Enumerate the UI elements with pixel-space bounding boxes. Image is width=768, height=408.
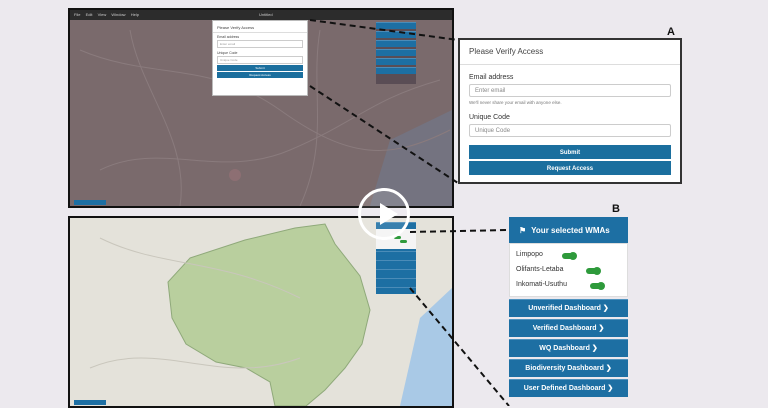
mini-modal-title: Please Verify Access [213, 21, 307, 33]
chevron-right-icon: ❯ [598, 325, 605, 332]
wma-panel-title: Your selected WMAs [531, 225, 610, 235]
wma-toggle[interactable] [590, 282, 605, 290]
figure-label-b: B [612, 203, 620, 215]
mini-panel-header[interactable] [376, 22, 416, 29]
code-input[interactable]: Unique Code [469, 124, 671, 137]
wma-item-label: Olifants-Letaba [516, 266, 564, 273]
mini-toggle[interactable] [400, 240, 407, 243]
map-icon: ⚑ [519, 225, 527, 235]
wq-dashboard-button[interactable]: WQ Dashboard ❯ [509, 339, 628, 357]
menu-file[interactable]: File [74, 12, 80, 17]
chevron-right-icon: ❯ [602, 305, 609, 312]
screenshot-login: File Edit View Window Help Untitled Plea… [68, 8, 454, 208]
wma-list: Limpopo Olifants-Letaba Inkomati-Usuthu [509, 243, 628, 297]
menu-view[interactable]: View [98, 12, 107, 17]
chevron-right-icon: ❯ [591, 345, 598, 352]
wma-panel: ⚑ Your selected WMAs Limpopo Olifants-Le… [509, 217, 628, 406]
menu-window[interactable]: Window [111, 12, 125, 17]
mini-panel-row[interactable] [376, 31, 416, 38]
request-access-button[interactable]: Request Access [469, 161, 671, 175]
mini-wma-panel-dim [376, 22, 416, 84]
mini-request-button[interactable]: Request Access [217, 72, 303, 78]
mini-panel-row[interactable] [376, 49, 416, 56]
email-label: Email address [469, 74, 514, 81]
mini-email-input[interactable]: Enter email [217, 40, 303, 48]
user-defined-dashboard-button[interactable]: User Defined Dashboard ❯ [509, 379, 628, 397]
window-titlebar: File Edit View Window Help Untitled [70, 10, 452, 20]
dashboard-label: Verified Dashboard [532, 325, 597, 332]
unverified-dashboard-button[interactable]: Unverified Dashboard ❯ [509, 299, 628, 317]
mini-panel-row[interactable] [376, 278, 416, 285]
modal-title: Please Verify Access [460, 40, 680, 65]
menu-help[interactable]: Help [131, 12, 139, 17]
mini-panel-row[interactable] [376, 260, 416, 267]
dashboard-label: WQ Dashboard [539, 345, 590, 352]
dashboard-label: Unverified Dashboard [528, 305, 601, 312]
wma-panel-header[interactable]: ⚑ Your selected WMAs [509, 217, 628, 243]
dashboard-label: User Defined Dashboard [523, 385, 606, 392]
verified-dashboard-button[interactable]: Verified Dashboard ❯ [509, 319, 628, 337]
submit-button[interactable]: Submit [469, 145, 671, 159]
mini-panel-row[interactable] [376, 67, 416, 74]
wma-item-label: Inkomati-Usuthu [516, 281, 567, 288]
verify-access-modal: Please Verify Access Email address Enter… [458, 38, 682, 184]
code-label: Unique Code [469, 114, 510, 121]
mini-panel-row[interactable] [376, 287, 416, 294]
mini-panel-row[interactable] [376, 269, 416, 276]
wma-toggle[interactable] [562, 252, 577, 260]
chevron-right-icon: ❯ [605, 365, 612, 372]
dashboard-label: Biodiversity Dashboard [525, 365, 604, 372]
play-icon[interactable] [358, 188, 410, 240]
mini-submit-button[interactable]: Submit [217, 65, 303, 71]
chevron-right-icon: ❯ [607, 385, 614, 392]
figure-label-a: A [667, 26, 675, 38]
email-help-text: We'll never share your email with anyone… [469, 100, 562, 105]
biodiversity-dashboard-button[interactable]: Biodiversity Dashboard ❯ [509, 359, 628, 377]
screenshot-dashboard [68, 216, 454, 408]
email-input[interactable]: Enter email [469, 84, 671, 97]
wma-item-label: Limpopo [516, 251, 543, 258]
mini-verify-modal: Please Verify Access Email address Enter… [212, 20, 308, 96]
mini-panel-row[interactable] [376, 251, 416, 258]
mini-panel-row[interactable] [376, 40, 416, 47]
window-title: Untitled [259, 12, 273, 17]
mini-email-label: Email address [217, 35, 240, 39]
menu-edit[interactable]: Edit [86, 12, 93, 17]
mini-code-input[interactable]: Unique Code [217, 56, 303, 64]
mini-panel-row[interactable] [376, 58, 416, 65]
wma-toggle[interactable] [586, 267, 601, 275]
mini-code-label: Unique Code [217, 51, 238, 55]
